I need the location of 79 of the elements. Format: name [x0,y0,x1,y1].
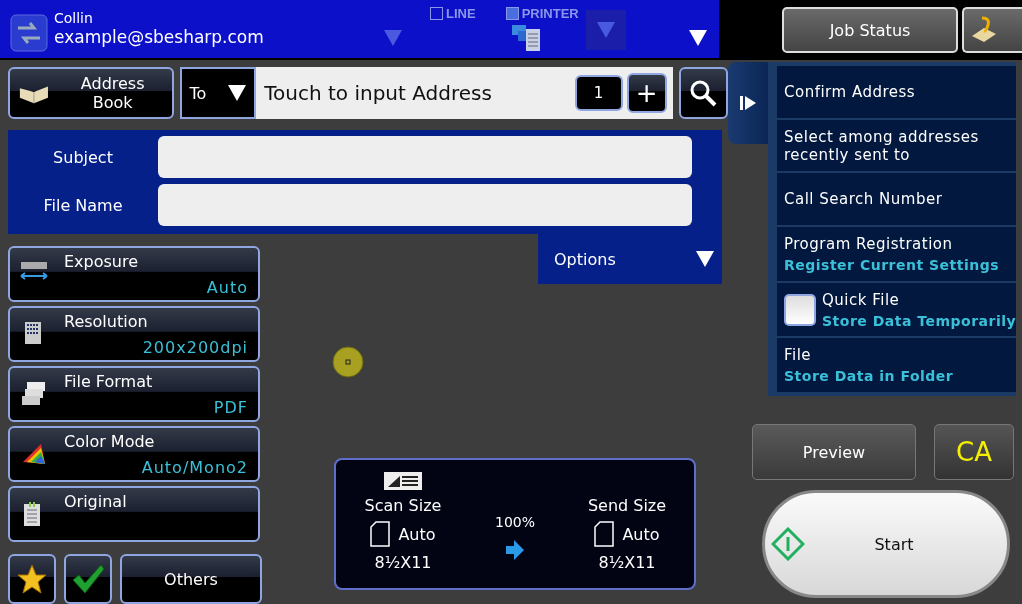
switch-icon[interactable] [10,14,48,52]
panel-toggle-tab[interactable] [728,62,768,144]
scanner-icon [384,472,422,490]
field-label: Subject [52,147,114,167]
menu-item-subtitle: Store Data in Folder [784,368,954,385]
start-icon [771,527,805,561]
address-type-dropdown[interactable]: To [179,67,257,119]
setting-value: 200x200dpi [141,337,248,357]
address-book-button[interactable]: Address Book [8,67,174,119]
start-button[interactable]: Start [762,490,1010,598]
setting-value: Auto [205,277,248,297]
collapse-icon [740,96,756,110]
setting-value: PDF [212,397,248,417]
caret-icon [689,30,707,46]
paper-size: 8½X11 [598,553,656,572]
clear-all-button[interactable]: CA [934,424,1014,480]
menu-item[interactable]: Select among addresses recently sent to [777,119,1016,172]
menu-item[interactable]: Confirm Address [777,66,1016,118]
setting-label: File Format [63,371,154,391]
setting-button[interactable]: Resolution 200x200dpi [8,306,260,362]
menu-item-title: Select among addresses recently sent to [784,127,980,164]
size-label: Scan Size [364,496,442,515]
setting-value: Auto/Mono2 [140,457,248,477]
menu-item-title: File [784,346,813,365]
setting-button[interactable]: Exposure Auto [8,246,260,302]
menu-item[interactable]: File Store Data in Folder [777,338,1016,392]
menu-item[interactable]: Call Search Number [777,173,1016,226]
menu-item-title: Quick File [822,290,901,309]
sender-address: example@sbesharp.com [54,26,265,48]
user-name: Collin [54,10,94,26]
caret-icon [384,30,402,46]
checkmark-icon [71,564,105,594]
favorites-button[interactable] [8,554,56,604]
menu-item[interactable]: Program Registration Register Current Settings [777,227,1016,281]
printer-queue-icon [512,25,542,51]
preview-button[interactable]: Preview [752,424,916,480]
address-count: 1 [574,75,623,111]
text-field[interactable] [158,136,692,178]
checkbox[interactable] [784,293,816,326]
menu-item-title: Program Registration [784,234,954,253]
setting-button[interactable]: File Format PDF [8,366,260,422]
size-mode: Auto [398,524,436,544]
add-button[interactable]: + [626,73,667,113]
caret-icon [228,85,247,101]
setting-label: Color Mode [63,431,156,451]
setting-button[interactable]: Original [8,486,260,542]
text-field[interactable] [158,184,692,226]
setting-label: Exposure [63,251,140,271]
others-button[interactable]: Others [120,554,262,604]
menu-item-title: Confirm Address [784,82,916,101]
caret-icon [696,251,714,267]
job-status-button[interactable]: Job Status [782,7,958,53]
page-icon [594,521,615,547]
confirm-button[interactable] [64,554,112,604]
page-icon [370,521,391,547]
scale-ratio: 100% [495,514,535,530]
help-book-icon [970,16,998,44]
size-label: Send Size [587,496,667,515]
search-button[interactable] [678,67,728,119]
menu-item-title: Call Search Number [784,190,943,209]
touch-point-icon [332,346,364,378]
paper-size: 8½X11 [374,553,432,572]
setting-button[interactable]: Color Mode Auto/Mono2 [8,426,260,482]
menu-item-subtitle: Register Current Settings [784,256,1000,273]
caret-icon [597,22,615,38]
mode-toggle[interactable]: LINE [430,6,476,21]
help-button[interactable] [962,7,1022,53]
menu-item[interactable]: Quick File Store Data Temporarily [777,282,1016,337]
mode-toggle[interactable]: PRINTER [505,6,579,21]
menu-item-subtitle: Store Data Temporarily [822,312,1017,329]
setting-label: Original [63,491,128,511]
star-icon [17,564,47,594]
search-icon [689,79,718,107]
setting-label: Resolution [63,311,149,331]
options-tab[interactable]: Options [538,234,722,284]
address-field[interactable]: Touch to input Address 1 + [256,67,673,119]
arrow-right-icon [506,540,524,560]
field-label: File Name [42,195,124,215]
size-mode: Auto [622,524,660,544]
